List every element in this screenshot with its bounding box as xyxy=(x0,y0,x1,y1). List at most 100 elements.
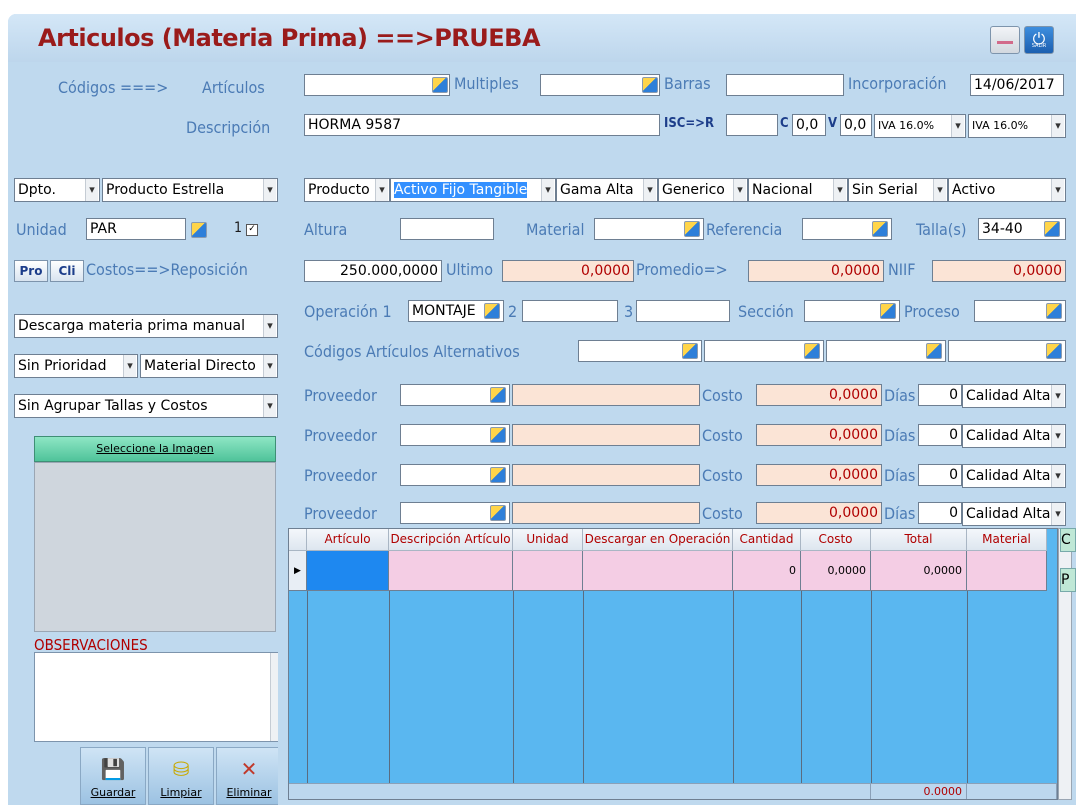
col-unidad[interactable]: Unidad xyxy=(513,529,583,551)
v-field[interactable]: 0,0 xyxy=(840,114,872,136)
pro-button[interactable]: Pro xyxy=(14,260,48,282)
cell-articulo[interactable] xyxy=(307,551,389,591)
grid-line xyxy=(801,591,802,799)
barras-field[interactable] xyxy=(726,74,844,96)
col-descargar-operacion[interactable]: Descargar en Operación xyxy=(583,529,733,551)
guardar-button[interactable]: 💾 Guardar xyxy=(80,747,146,805)
nacional-select[interactable]: Nacional xyxy=(748,178,848,202)
prioridad-select[interactable]: Sin Prioridad xyxy=(14,354,138,378)
operacion2-field[interactable] xyxy=(522,300,618,322)
promedio-field[interactable]: 0,0000 xyxy=(748,260,884,282)
incorporacion-field[interactable]: 14/06/2017 xyxy=(970,74,1064,96)
dias-field[interactable]: 0 xyxy=(918,384,962,406)
costo-label: Costo xyxy=(702,426,743,445)
material-directo-select[interactable]: Material Directo xyxy=(140,354,278,378)
seccion-lookup-icon[interactable] xyxy=(880,303,896,319)
col-costo[interactable]: Costo xyxy=(801,529,871,551)
ultimo-field[interactable]: 0,0000 xyxy=(502,260,634,282)
cell-descargar[interactable] xyxy=(583,551,733,591)
proveedor-label: Proveedor xyxy=(304,504,377,523)
alternativo-lookup-icon-2[interactable] xyxy=(804,343,820,359)
unidad-lookup-icon[interactable] xyxy=(191,222,207,238)
v-label: V xyxy=(828,116,838,131)
proveedor-costo-field[interactable]: 0,0000 xyxy=(756,464,882,486)
activo-select[interactable]: Activo xyxy=(948,178,1066,202)
multiples-lookup-icon[interactable] xyxy=(642,77,658,93)
gama-select[interactable]: Gama Alta xyxy=(556,178,658,202)
cell-cantidad[interactable]: 0 xyxy=(733,551,801,591)
c-field[interactable]: 0,0 xyxy=(792,114,826,136)
material-lookup-icon[interactable] xyxy=(684,221,700,237)
select-image-button[interactable]: Seleccione la Imagen xyxy=(34,436,276,462)
col-descripcion[interactable]: Descripción Artículo xyxy=(389,529,513,551)
niif-label: NIIF xyxy=(888,260,916,279)
right-button-c[interactable]: C xyxy=(1060,528,1076,552)
proveedor-lookup-icon[interactable] xyxy=(490,427,506,443)
dias-field[interactable]: 0 xyxy=(918,502,962,524)
operacion1-lookup-icon[interactable] xyxy=(484,303,500,319)
limpiar-button[interactable]: ⛁ Limpiar xyxy=(148,747,214,805)
title-bar: Articulos (Materia Prima) ==>PRUEBA ⏻ SAL… xyxy=(8,14,1076,62)
observaciones-textarea[interactable] xyxy=(34,652,286,742)
col-articulo[interactable]: Artículo xyxy=(307,529,389,551)
iva-select-1[interactable]: IVA 16.0% xyxy=(874,114,966,138)
right-button-p[interactable]: P xyxy=(1060,568,1076,592)
descarga-select[interactable]: Descarga materia prima manual xyxy=(14,314,278,338)
costo-label: Costo xyxy=(702,466,743,485)
cell-total[interactable]: 0,0000 xyxy=(871,551,967,591)
isc-label: ISC=>R xyxy=(664,116,714,131)
referencia-lookup-icon[interactable] xyxy=(872,221,888,237)
proceso-lookup-icon[interactable] xyxy=(1046,303,1062,319)
iva-select-2[interactable]: IVA 16.0% xyxy=(968,114,1066,138)
reposicion-field[interactable]: 250.000,0000 xyxy=(304,260,442,282)
operacion3-field[interactable] xyxy=(636,300,730,322)
serial-select[interactable]: Sin Serial xyxy=(848,178,948,202)
dpto-select[interactable]: Dpto. xyxy=(14,178,100,202)
producto-estrella-select[interactable]: Producto Estrella xyxy=(102,178,278,202)
proveedor-lookup-icon[interactable] xyxy=(490,387,506,403)
calidad-select[interactable]: Calidad Alta xyxy=(962,424,1066,448)
minimize-button[interactable] xyxy=(990,26,1020,54)
dias-field[interactable]: 0 xyxy=(918,424,962,446)
activo-fijo-select[interactable]: Activo Fijo Tangible xyxy=(390,178,556,202)
cell-material[interactable] xyxy=(967,551,1047,591)
proveedor-lookup-icon[interactable] xyxy=(490,467,506,483)
descripcion-field[interactable]: HORMA 9587 xyxy=(304,114,660,136)
proveedor-lookup-icon[interactable] xyxy=(490,505,506,521)
proveedor-costo-field[interactable]: 0,0000 xyxy=(756,424,882,446)
codigo-lookup-icon[interactable] xyxy=(432,77,448,93)
calidad-select[interactable]: Calidad Alta xyxy=(962,384,1066,408)
alternativo-lookup-icon-4[interactable] xyxy=(1046,343,1062,359)
altura-field[interactable] xyxy=(400,218,494,240)
eliminar-button[interactable]: ✕ Eliminar xyxy=(216,747,282,805)
cell-unidad[interactable] xyxy=(513,551,583,591)
col-cantidad[interactable]: Cantidad xyxy=(733,529,801,551)
referencia-label: Referencia xyxy=(706,220,783,239)
col-total[interactable]: Total xyxy=(871,529,967,551)
materials-grid[interactable]: Artículo Descripción Artículo Unidad Des… xyxy=(288,528,1058,800)
dias-field[interactable]: 0 xyxy=(918,464,962,486)
unidad-checkbox[interactable]: ✓ xyxy=(246,224,258,236)
power-button[interactable]: ⏻ SALIR xyxy=(1024,26,1054,54)
col-material[interactable]: Material xyxy=(967,529,1047,551)
calidad-select[interactable]: Calidad Alta xyxy=(962,502,1066,526)
generico-select[interactable]: Generico xyxy=(658,178,748,202)
niif-field[interactable]: 0,0000 xyxy=(932,260,1066,282)
tallas-lookup-icon[interactable] xyxy=(1044,221,1060,237)
alternativo-lookup-icon-1[interactable] xyxy=(682,343,698,359)
cli-button[interactable]: Cli xyxy=(50,260,84,282)
codigo-field[interactable] xyxy=(304,74,450,96)
alternativo-lookup-icon-3[interactable] xyxy=(926,343,942,359)
proveedor-costo-field[interactable]: 0,0000 xyxy=(756,384,882,406)
cell-descripcion[interactable] xyxy=(389,551,513,591)
agrupar-select[interactable]: Sin Agrupar Tallas y Costos xyxy=(14,394,278,418)
proveedor-costo-field[interactable]: 0,0000 xyxy=(756,502,882,524)
costo-label: Costo xyxy=(702,504,743,523)
grid-footer-total: 0.0000 xyxy=(871,783,967,799)
isc-field[interactable] xyxy=(726,114,778,136)
producto-select[interactable]: Producto xyxy=(304,178,390,202)
unidad-field[interactable]: PAR xyxy=(86,218,186,240)
cell-costo[interactable]: 0,0000 xyxy=(801,551,871,591)
operacion2-label: 2 xyxy=(508,302,518,321)
calidad-select[interactable]: Calidad Alta xyxy=(962,464,1066,488)
